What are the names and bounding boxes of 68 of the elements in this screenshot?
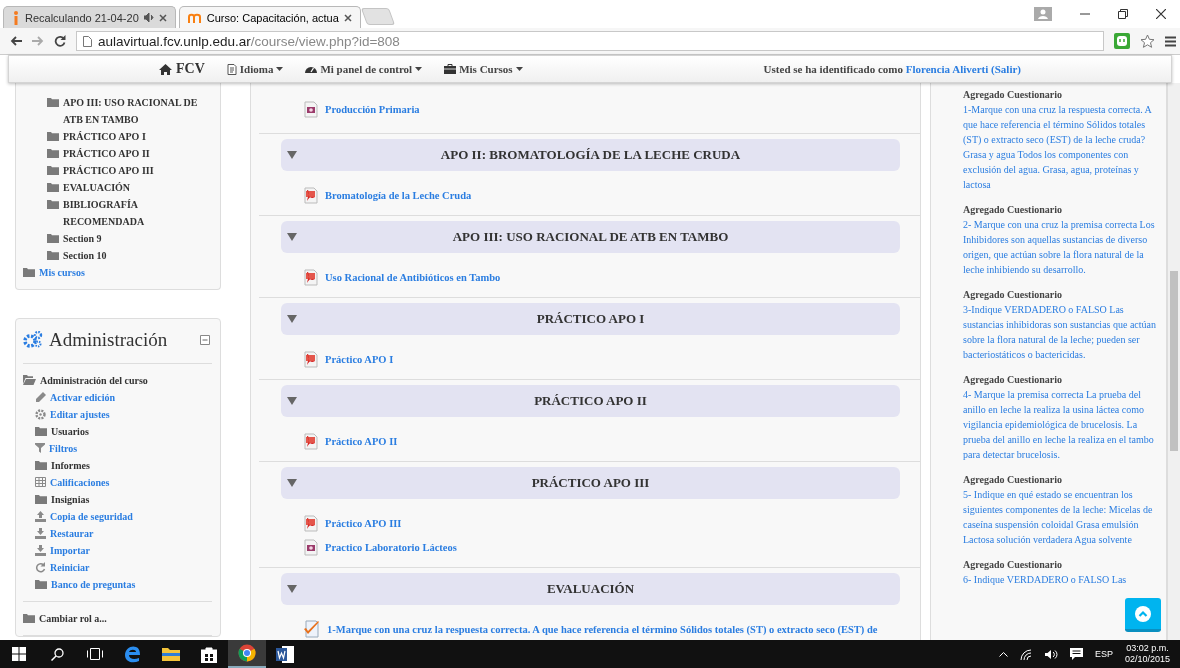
admin-menu-item[interactable]: Calificaciones	[35, 474, 212, 491]
navigation-item[interactable]: Mis cursos	[23, 264, 212, 281]
activity-link[interactable]: Producción Primaria	[303, 97, 920, 121]
admin-menu-item[interactable]: Activar edición	[35, 389, 212, 406]
browser-tab[interactable]: Curso: Capacitación, actua	[178, 6, 361, 28]
quiz-link[interactable]: 6- Indique VERDADERO o FALSO Las	[963, 572, 1156, 587]
section-header[interactable]: PRÁCTICO APO III	[281, 467, 900, 499]
activity-heading: Agregado Cuestionario	[963, 203, 1063, 217]
section-title: APO II: BROMATOLOGÍA DE LA LECHE CRUDA	[440, 147, 741, 162]
activity-link[interactable]: Práctico APO I	[303, 347, 920, 371]
quiz-link[interactable]: 2- Marque con una cruz la premisa correcta Los Inhibidores son aquellas sustancias de diverso origen, que actúan sobre la flora natural de la leche inhibiendo su desarrollo.	[963, 217, 1156, 277]
navigation-item[interactable]: BIBLIOGRAFÍA RECOMENDADA	[23, 196, 212, 230]
quiz-link[interactable]: 1-Marque con una cruz la respuesta correcta. A que hace referencia el término Sólidos totales (ST) o extracto seco (EST) de la leche cruda? Grasa y agua Todos los componentes con exclusión del agua. Grasa, agua, proteínas y lactosa	[963, 102, 1156, 192]
admin-menu-item[interactable]: Restaurar	[35, 525, 212, 542]
activity-heading: Agregado Cuestionario	[963, 288, 1063, 302]
admin-menu-item[interactable]: Filtros	[35, 440, 212, 457]
admin-menu-item[interactable]: Copia de seguridad	[35, 508, 212, 525]
section-header[interactable]: APO II: BROMATOLOGÍA DE LA LECHE CRUDA	[281, 139, 900, 171]
admin-menu-item[interactable]: Reiniciar	[35, 559, 212, 576]
navbar-menu[interactable]: Idioma	[226, 63, 284, 75]
login-info: Usted se ha identificado como Florencia Aliverti (Salir)	[763, 63, 1021, 75]
activity-link[interactable]: Práctico APO III	[303, 511, 920, 535]
navigation-item[interactable]: Section 9	[23, 230, 212, 247]
activity-link[interactable]: Uso Racional de Antibióticos en Tambo	[303, 265, 920, 289]
activity-link[interactable]: 1-Marque con una cruz la respuesta correcta. A que hace referencia el término Sólidos totales (ST) o extracto seco (EST) de	[303, 617, 920, 641]
section-title: PRÁCTICO APO I	[536, 311, 645, 326]
home-link[interactable]: FCV	[159, 61, 205, 77]
logout-link[interactable]: Salir	[994, 63, 1018, 75]
admin-menu-item[interactable]: Administración del curso	[23, 372, 212, 389]
clock[interactable]: 03:02 p.m. 02/10/2015	[1124, 643, 1170, 665]
section-header[interactable]: PRÁCTICO APO II	[281, 385, 900, 417]
admin-menu-item[interactable]: Editar ajustes	[35, 406, 212, 423]
section-title: APO III: USO RACIONAL DE ATB EN TAMBO	[452, 229, 729, 244]
block-title: Administración	[49, 329, 168, 351]
activity-link[interactable]: Bromatología de la Leche Cruda	[303, 183, 920, 207]
activity-heading: Agregado Cuestionario	[963, 373, 1063, 387]
admin-menu-item[interactable]: Informes	[35, 457, 212, 474]
browser-tab[interactable]: Recalculando 21-04-20	[3, 6, 176, 28]
address-field[interactable]: aulavirtual.fcv.unlp.edu.ar/course/view.php?id=808	[76, 31, 1104, 51]
user-link[interactable]: Florencia Aliverti	[905, 63, 989, 75]
language-indicator[interactable]: ESP	[1094, 649, 1113, 659]
activity-heading: Agregado Cuestionario	[963, 88, 1063, 102]
navbar-menu[interactable]: Mis Cursos	[444, 63, 523, 75]
section-header[interactable]: APO III: USO RACIONAL DE ATB EN TAMBO	[281, 221, 900, 253]
admin-menu-item[interactable]: Banco de preguntas	[35, 576, 212, 593]
navigation-item[interactable]: Section 10	[23, 247, 212, 264]
navigation-item[interactable]: APO III: USO RACIONAL DE ATB EN TAMBO	[23, 94, 212, 128]
activity-heading: Agregado Cuestionario	[963, 473, 1063, 487]
section-header[interactable]: PRÁCTICO APO I	[281, 303, 900, 335]
navigation-item[interactable]: PRÁCTICO APO III	[23, 162, 212, 179]
navbar-menu[interactable]: Mi panel de control	[305, 63, 423, 75]
admin-menu-item[interactable]: Importar	[35, 542, 212, 559]
quiz-link[interactable]: 3-Indique VERDADERO o FALSO Las sustancias inhibidoras son sustancias que actúan sobre la flora natural de la leche; pueden ser bacteriostáticos o bactericidas.	[963, 302, 1156, 362]
section-header[interactable]: EVALUACIÓN	[281, 573, 900, 605]
navigation-item[interactable]: PRÁCTICO APO II	[23, 145, 212, 162]
admin-menu-item[interactable]: Usuarios	[35, 423, 212, 440]
activity-link[interactable]: Practico Laboratorio Lácteos	[303, 535, 920, 559]
section-title: PRÁCTICO APO III	[531, 475, 650, 490]
navigation-item[interactable]: PRÁCTICO APO I	[23, 128, 212, 145]
quiz-link[interactable]: 5- Indique en qué estado se encuentran los siguientes componentes de la leche: Micelas de caseína suspensión coloidal Grasa emulsión Lactosa solución verdadera Agua solvente	[963, 487, 1156, 547]
admin-menu-item[interactable]: Insignias	[35, 491, 212, 508]
activity-link[interactable]: Práctico APO II	[303, 429, 920, 453]
admin-menu-item[interactable]: Cambiar rol a...	[23, 610, 212, 627]
section-title: PRÁCTICO APO II	[534, 393, 647, 408]
navigation-item[interactable]: EVALUACIÓN	[23, 179, 212, 196]
quiz-link[interactable]: 4- Marque la premisa correcta La prueba del anillo en leche la realiza la usina láctea como vigilancia epidemiológica de brucelosis. La prueba del anillo en leche la realiza en el tambo para detectar brucelosis.	[963, 387, 1156, 462]
activity-heading: Agregado Cuestionario	[963, 558, 1063, 572]
section-title: EVALUACIÓN	[546, 581, 635, 596]
